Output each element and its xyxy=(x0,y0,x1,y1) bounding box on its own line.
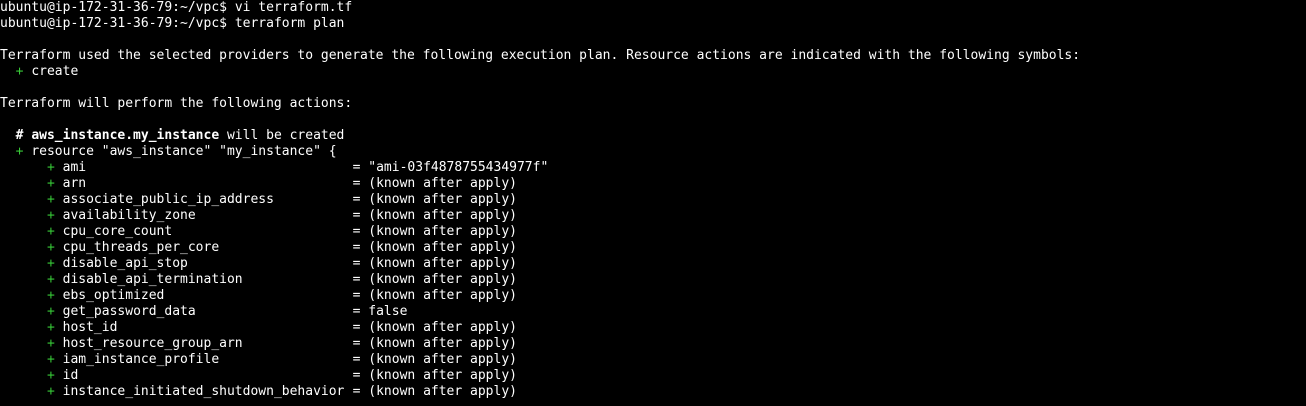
attribute-value: = (known after apply) xyxy=(352,176,517,191)
attribute-name: disable_api_stop xyxy=(62,256,188,271)
resource-address: aws_instance.my_instance xyxy=(31,128,220,143)
resource-attribute-line: + host_id = (known after apply) xyxy=(0,320,1306,336)
plus-symbol: + xyxy=(46,368,55,383)
plus-symbol: + xyxy=(46,160,55,175)
attribute-name: cpu_core_count xyxy=(62,224,173,239)
attribute-value: = (known after apply) xyxy=(352,384,517,399)
plus-symbol: + xyxy=(46,224,55,239)
plus-symbol: + xyxy=(46,272,55,287)
attribute-value: = (known after apply) xyxy=(352,336,517,351)
attribute-name: instance_initiated_shutdown_behavior xyxy=(62,384,345,399)
attribute-name: availability_zone xyxy=(62,208,196,223)
plus-symbol: + xyxy=(46,176,55,191)
plus-symbol: + xyxy=(46,352,55,367)
resource-attribute-line: + disable_api_stop = (known after apply) xyxy=(0,256,1306,272)
resource-attribute-list: + ami = "ami-03f4878755434977f" + arn = (k… xyxy=(0,160,1306,400)
symbol-legend-line: + create xyxy=(0,64,1306,80)
terminal-line-command-1: ubuntu@ip-172-31-36-79:~/vpc$ vi terrafo… xyxy=(0,0,1306,16)
command-text: vi terraform.tf xyxy=(234,0,353,15)
plus-symbol: + xyxy=(46,208,55,223)
attribute-name: host_resource_group_arn xyxy=(62,336,243,351)
attribute-value: = (known after apply) xyxy=(352,240,517,255)
attribute-value: = (known after apply) xyxy=(352,224,517,239)
plus-symbol: + xyxy=(46,384,55,399)
attribute-name: arn xyxy=(62,176,87,191)
resource-attribute-line: + arn = (known after apply) xyxy=(0,176,1306,192)
attribute-value: = (known after apply) xyxy=(352,368,517,383)
attribute-value: = (known after apply) xyxy=(352,272,517,287)
resource-attribute-line: + cpu_core_count = (known after apply) xyxy=(0,224,1306,240)
shell-prompt: ubuntu@ip-172-31-36-79:~/vpc$ xyxy=(0,16,227,31)
shell-prompt: ubuntu@ip-172-31-36-79:~/vpc$ xyxy=(0,0,227,15)
command-text: terraform plan xyxy=(234,16,345,31)
resource-comment-line: # aws_instance.my_instance will be creat… xyxy=(0,128,1306,144)
attribute-name: ebs_optimized xyxy=(62,288,165,303)
resource-attribute-line: + ami = "ami-03f4878755434977f" xyxy=(0,160,1306,176)
resource-attribute-line: + host_resource_group_arn = (known after … xyxy=(0,336,1306,352)
plus-symbol: + xyxy=(46,240,55,255)
attribute-value: = (known after apply) xyxy=(352,208,517,223)
plus-symbol: + xyxy=(46,192,55,207)
resource-declaration-line: + resource "aws_instance" "my_instance" … xyxy=(0,144,1306,160)
resource-attribute-line: + ebs_optimized = (known after apply) xyxy=(0,288,1306,304)
actions-heading-text: Terraform will perform the following act… xyxy=(0,96,353,111)
plus-symbol: + xyxy=(15,64,24,79)
attribute-name: iam_instance_profile xyxy=(62,352,220,367)
resource-attribute-line: + disable_api_termination = (known after … xyxy=(0,272,1306,288)
resource-attribute-line: + instance_initiated_shutdown_behavior = … xyxy=(0,384,1306,400)
terminal-window[interactable]: ubuntu@ip-172-31-36-79:~/vpc$ vi terrafo… xyxy=(0,0,1306,406)
symbol-legend-create: create xyxy=(31,64,79,79)
attribute-name: ami xyxy=(62,160,87,175)
plus-symbol: + xyxy=(46,304,55,319)
attribute-value: = (known after apply) xyxy=(352,320,517,335)
plus-symbol: + xyxy=(46,320,55,335)
attribute-name: disable_api_termination xyxy=(62,272,243,287)
plan-intro-line: Terraform used the selected providers to… xyxy=(0,48,1306,64)
resource-declaration: resource "aws_instance" "my_instance" { xyxy=(31,144,337,159)
resource-attribute-line: + cpu_threads_per_core = (known after app… xyxy=(0,240,1306,256)
plus-symbol: + xyxy=(15,144,24,159)
resource-attribute-line: + availability_zone = (known after apply) xyxy=(0,208,1306,224)
attribute-value: = (known after apply) xyxy=(352,256,517,271)
attribute-value: = false xyxy=(352,304,408,319)
actions-heading-line: Terraform will perform the following act… xyxy=(0,96,1306,112)
attribute-name: get_password_data xyxy=(62,304,196,319)
resource-attribute-line: + get_password_data = false xyxy=(0,304,1306,320)
attribute-value: = "ami-03f4878755434977f" xyxy=(352,160,549,175)
attribute-name: cpu_threads_per_core xyxy=(62,240,220,255)
plus-symbol: + xyxy=(46,288,55,303)
plus-symbol: + xyxy=(46,256,55,271)
resource-attribute-line: + iam_instance_profile = (known after app… xyxy=(0,352,1306,368)
comment-hash: # xyxy=(15,128,24,143)
resource-status-text: will be created xyxy=(226,128,345,143)
terminal-line-command-2: ubuntu@ip-172-31-36-79:~/vpc$ terraform … xyxy=(0,16,1306,32)
attribute-value: = (known after apply) xyxy=(352,192,517,207)
plan-intro-text: Terraform used the selected providers to… xyxy=(0,48,1081,63)
attribute-name: id xyxy=(62,368,79,383)
attribute-name: associate_public_ip_address xyxy=(62,192,274,207)
attribute-name: host_id xyxy=(62,320,118,335)
plus-symbol: + xyxy=(46,336,55,351)
attribute-value: = (known after apply) xyxy=(352,352,517,367)
resource-attribute-line: + associate_public_ip_address = (known af… xyxy=(0,192,1306,208)
attribute-value: = (known after apply) xyxy=(352,288,517,303)
resource-attribute-line: + id = (known after apply) xyxy=(0,368,1306,384)
